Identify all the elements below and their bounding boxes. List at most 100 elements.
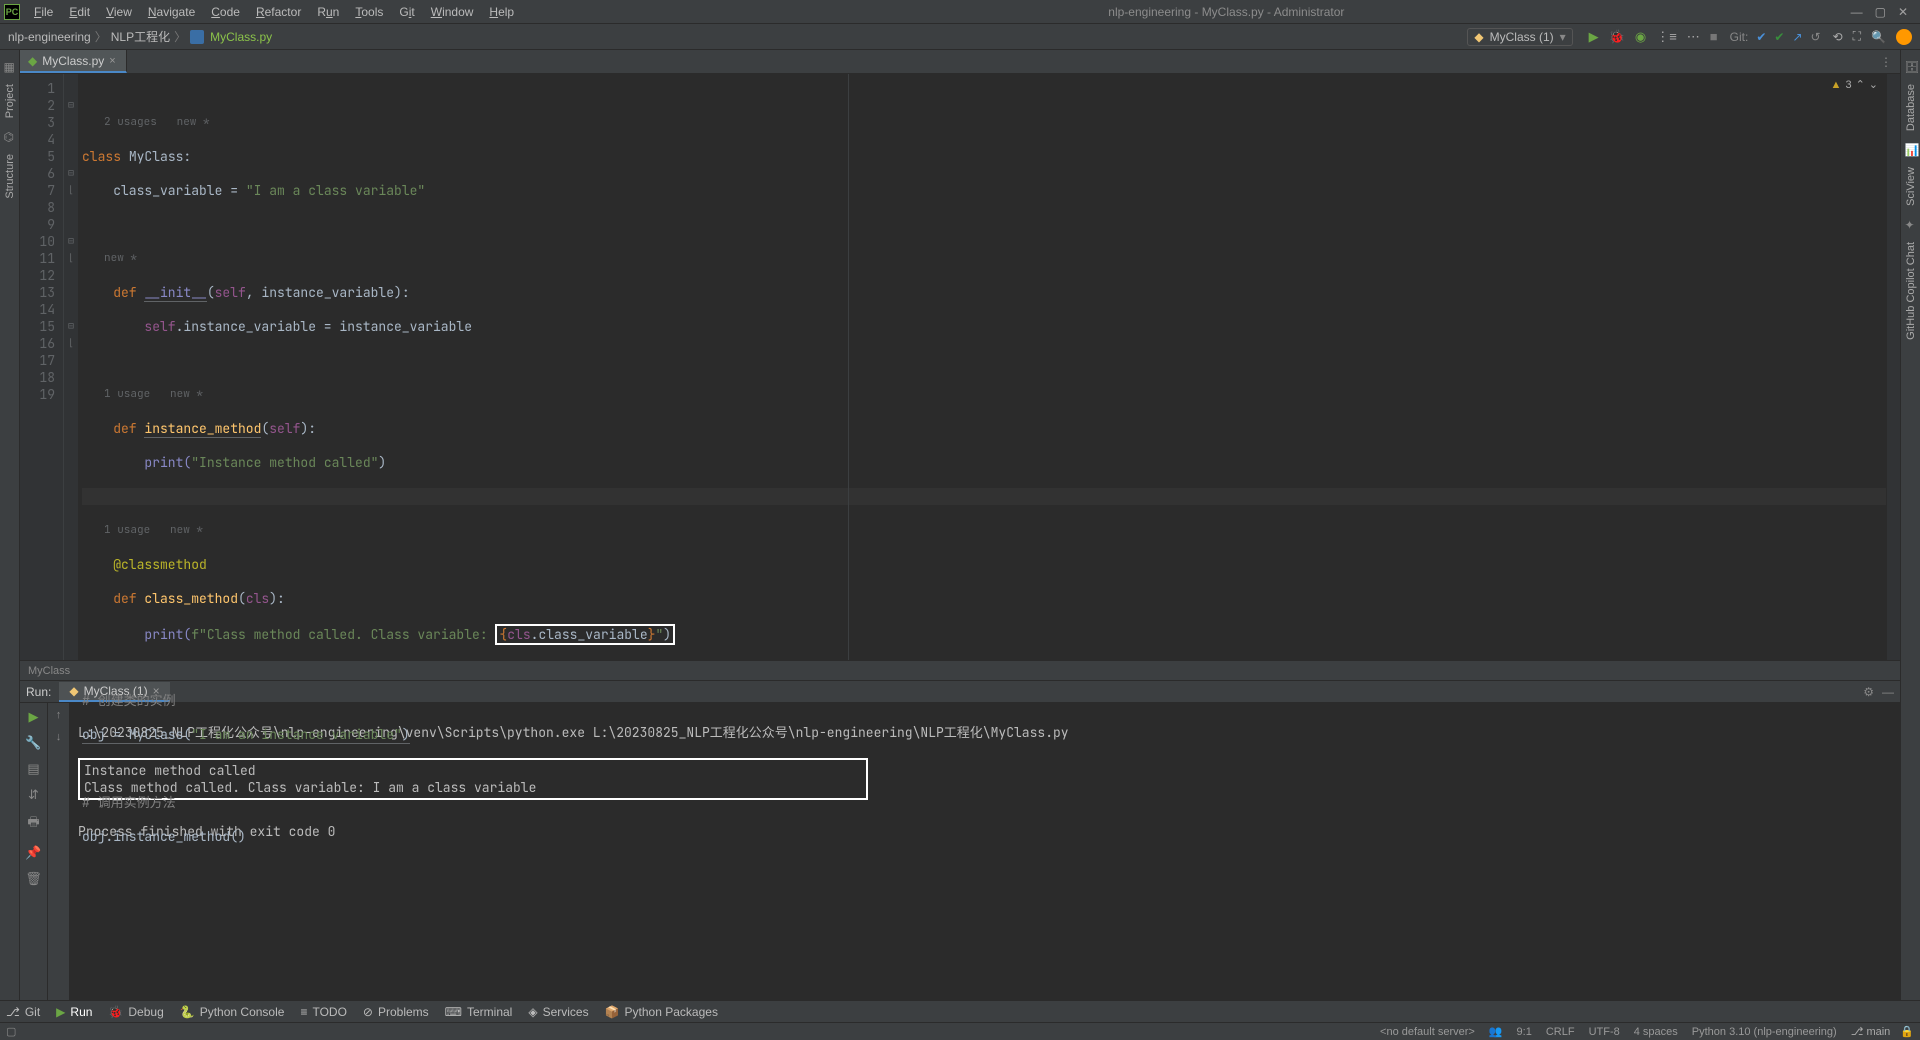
coverage-icon[interactable]: ◉ bbox=[1635, 29, 1646, 45]
maximize-icon[interactable]: ▢ bbox=[1875, 5, 1886, 19]
menu-bar: PC File Edit View Navigate Code Refactor… bbox=[0, 0, 1920, 24]
attach-icon[interactable]: ⋯ bbox=[1687, 29, 1700, 45]
fold-gutter: ⊟⊟⌊⊟⌊⊟⌊ bbox=[64, 74, 78, 660]
run-icon[interactable]: ▶ bbox=[1589, 29, 1599, 45]
menu-edit[interactable]: Edit bbox=[61, 3, 98, 21]
close-tab-icon[interactable]: × bbox=[109, 55, 115, 67]
status-branch[interactable]: ⎇ main bbox=[1851, 1025, 1891, 1038]
python-file-icon: ◆ bbox=[28, 54, 37, 68]
highlight-box: {cls.class_variable}") bbox=[495, 624, 675, 645]
center-column: ◆ MyClass.py × ⋮ ▲ 3 ⌃ ⌄ 123 456 789 101… bbox=[20, 50, 1900, 1000]
services-icon: ◈ bbox=[528, 1005, 537, 1019]
terminal-icon: ⌨ bbox=[445, 1005, 462, 1019]
editor-tab-myclass[interactable]: ◆ MyClass.py × bbox=[20, 50, 127, 73]
chevron-right-icon: 〉 bbox=[95, 28, 107, 45]
git-update-icon[interactable]: ✔ bbox=[1756, 30, 1766, 44]
lock-icon[interactable]: 🔒 bbox=[1900, 1025, 1914, 1038]
avatar[interactable] bbox=[1896, 29, 1912, 45]
menu-file[interactable]: File bbox=[26, 3, 61, 21]
bug-icon: 🐞 bbox=[108, 1005, 123, 1019]
profile-icon[interactable]: ⋮≡ bbox=[1656, 29, 1677, 45]
search-icon[interactable]: 🔍 bbox=[1871, 30, 1886, 44]
status-eol[interactable]: CRLF bbox=[1546, 1026, 1575, 1038]
menu-window[interactable]: Window bbox=[423, 3, 482, 21]
sciview-tool-button[interactable]: SciView bbox=[1905, 167, 1917, 206]
project-icon[interactable]: ▦ bbox=[4, 60, 16, 72]
menu-help[interactable]: Help bbox=[481, 3, 522, 21]
todo-icon: ≡ bbox=[300, 1005, 307, 1019]
main-area: ▦ Project ⌬ Structure ◆ MyClass.py × ⋮ ▲… bbox=[0, 50, 1920, 1000]
python-packages-tool-button[interactable]: 📦Python Packages bbox=[605, 1005, 718, 1019]
revert-icon[interactable]: ⟲ bbox=[1833, 30, 1843, 44]
code-hint: 1 usage new * bbox=[82, 386, 1886, 403]
pin-icon[interactable]: 📌 bbox=[25, 845, 41, 861]
debug-tool-button[interactable]: 🐞Debug bbox=[108, 1005, 163, 1019]
debug-icon[interactable]: 🐞 bbox=[1609, 29, 1625, 45]
close-icon[interactable]: ✕ bbox=[1898, 5, 1908, 19]
settings-icon[interactable]: 🔧 bbox=[25, 735, 41, 751]
database-tool-button[interactable]: Database bbox=[1905, 84, 1917, 131]
editor-marker-strip[interactable] bbox=[1886, 74, 1900, 660]
trash-icon[interactable]: 🗑 bbox=[25, 871, 42, 887]
structure-icon[interactable]: ⌬ bbox=[4, 130, 16, 142]
editor-tab-label: MyClass.py bbox=[42, 54, 104, 68]
code-area[interactable]: 2 usages new * class MyClass: class_vari… bbox=[78, 74, 1886, 660]
breadcrumb-root[interactable]: nlp-engineering bbox=[8, 30, 91, 44]
terminal-tool-button[interactable]: ⌨Terminal bbox=[445, 1005, 513, 1019]
python-file-icon bbox=[190, 30, 204, 44]
run-config-selector[interactable]: ◆ MyClass (1) ▾ bbox=[1467, 28, 1572, 46]
bottom-tool-bar: ⎇Git ▶Run 🐞Debug 🐍Python Console ≡TODO ⊘… bbox=[0, 1000, 1920, 1022]
menu-run[interactable]: Run bbox=[309, 3, 347, 21]
python-console-tool-button[interactable]: 🐍Python Console bbox=[180, 1005, 285, 1019]
toolbar-run-group: ▶ 🐞 ◉ ⋮≡ ⋯ ■ bbox=[1589, 29, 1718, 45]
breadcrumb-file[interactable]: MyClass.py bbox=[210, 30, 272, 44]
run-tool-button[interactable]: ▶Run bbox=[56, 1005, 92, 1019]
app-logo-icon: PC bbox=[4, 4, 20, 20]
down-arrow-icon[interactable]: ↓ bbox=[56, 731, 62, 743]
tool-window-toggle-icon[interactable]: ▢ bbox=[6, 1025, 16, 1038]
python-icon: ◆ bbox=[69, 684, 78, 698]
right-tool-stripe: 🗄 Database 📊 SciView ✦ GitHub Copilot Ch… bbox=[1900, 50, 1920, 1000]
menu-git[interactable]: Git bbox=[391, 3, 422, 21]
sciview-icon[interactable]: 📊 bbox=[1905, 143, 1917, 155]
copilot-tool-button[interactable]: GitHub Copilot Chat bbox=[1905, 242, 1917, 340]
menu-tools[interactable]: Tools bbox=[347, 3, 391, 21]
git-tool-button[interactable]: ⎇Git bbox=[6, 1005, 40, 1019]
git-history-icon[interactable]: ↺ bbox=[1811, 30, 1821, 44]
print-icon[interactable]: 🖶 bbox=[27, 813, 39, 835]
up-arrow-icon[interactable]: ↑ bbox=[56, 709, 62, 721]
menu-refactor[interactable]: Refactor bbox=[248, 3, 309, 21]
status-position[interactable]: 9:1 bbox=[1517, 1026, 1532, 1038]
todo-tool-button[interactable]: ≡TODO bbox=[300, 1005, 346, 1019]
menu-navigate[interactable]: Navigate bbox=[140, 3, 203, 21]
menu-code[interactable]: Code bbox=[203, 3, 248, 21]
chevron-right-icon: 〉 bbox=[174, 28, 186, 45]
database-icon[interactable]: 🗄 bbox=[1905, 60, 1917, 72]
git-commit-icon[interactable]: ✔ bbox=[1774, 30, 1784, 44]
window-title: nlp-engineering - MyClass.py - Administr… bbox=[602, 5, 1850, 19]
zen-icon[interactable]: ⛶ bbox=[1853, 29, 1861, 44]
git-push-icon[interactable]: ↗ bbox=[1792, 30, 1802, 44]
rerun-icon[interactable]: ▶ bbox=[29, 709, 39, 725]
python-icon: 🐍 bbox=[180, 1005, 195, 1019]
minimize-icon[interactable]: ― bbox=[1851, 5, 1863, 19]
structure-tool-button[interactable]: Structure bbox=[4, 154, 16, 199]
run-side-toolbar: ▶ 🔧 ▤ ⇵ 🖶 📌 🗑 bbox=[20, 703, 48, 1000]
people-icon[interactable]: 👥 bbox=[1489, 1025, 1503, 1038]
stop-icon[interactable]: ■ bbox=[1710, 29, 1718, 44]
status-server[interactable]: <no default server> bbox=[1380, 1026, 1475, 1038]
services-tool-button[interactable]: ◈Services bbox=[528, 1005, 588, 1019]
status-indent[interactable]: 4 spaces bbox=[1634, 1026, 1678, 1038]
status-interpreter[interactable]: Python 3.10 (nlp-engineering) bbox=[1692, 1026, 1837, 1038]
menu-view[interactable]: View bbox=[98, 3, 140, 21]
editor-tab-options-icon[interactable]: ⋮ bbox=[1872, 50, 1900, 73]
toggle-icon[interactable]: ▤ bbox=[27, 761, 39, 777]
breadcrumb-folder[interactable]: NLP工程化 bbox=[111, 28, 170, 45]
code-editor[interactable]: ▲ 3 ⌃ ⌄ 123 456 789 10111213141516171819… bbox=[20, 74, 1900, 660]
copilot-icon[interactable]: ✦ bbox=[1905, 218, 1917, 230]
status-encoding[interactable]: UTF-8 bbox=[1589, 1026, 1620, 1038]
chevron-down-icon: ▾ bbox=[1560, 30, 1566, 44]
project-tool-button[interactable]: Project bbox=[4, 84, 16, 118]
problems-tool-button[interactable]: ⊘Problems bbox=[363, 1005, 429, 1019]
wrap-icon[interactable]: ⇵ bbox=[28, 787, 39, 803]
